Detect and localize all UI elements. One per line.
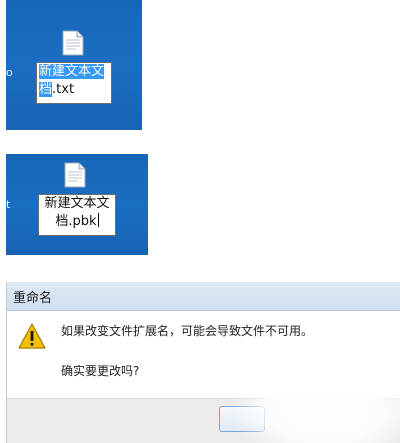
warning-icon	[18, 323, 46, 349]
file-extension: .txt	[52, 82, 75, 97]
text-file-icon[interactable]	[62, 30, 84, 56]
text-file-icon[interactable]	[64, 162, 86, 188]
dialog-question: 确实要更改吗?	[61, 364, 140, 378]
rename-line-1: 新建文本文	[44, 196, 110, 211]
watermark-overlay	[236, 360, 400, 443]
edge-text: o	[6, 66, 13, 79]
desktop-panel-2: t 新建文本文 档.pbk	[6, 154, 148, 255]
desktop-panel-1: o 新建文本文档.txt	[6, 0, 142, 130]
dialog-titlebar[interactable]: 重命名	[7, 282, 400, 311]
rename-input[interactable]: 新建文本文档.txt	[36, 62, 112, 104]
rename-line-2: 档.pbk	[55, 214, 97, 229]
dialog-message: 如果改变文件扩展名，可能会导致文件不可用。	[61, 324, 314, 338]
dialog-title: 重命名	[13, 291, 53, 306]
edge-text: t	[6, 198, 11, 211]
text-caret	[97, 213, 99, 227]
rename-input[interactable]: 新建文本文 档.pbk	[38, 194, 116, 236]
